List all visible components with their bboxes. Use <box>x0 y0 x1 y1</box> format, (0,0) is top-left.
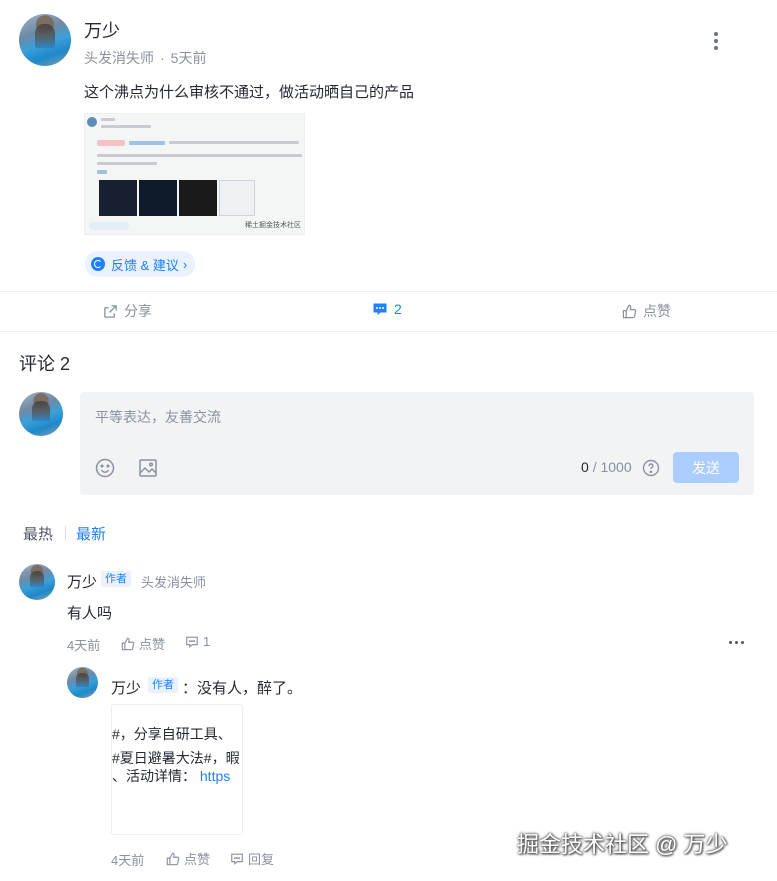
sort-separator <box>65 526 66 540</box>
comment-input-placeholder[interactable]: 平等表达，友善交流 <box>95 407 221 427</box>
send-button[interactable]: 发送 <box>673 452 739 483</box>
reply-text: ：没有人，醉了。 <box>182 680 303 697</box>
sort-new-tab[interactable]: 最新 <box>76 523 106 544</box>
reply-author-name[interactable]: 万少 <box>111 677 141 698</box>
comment-time: 4天前 <box>67 638 101 653</box>
thumbs-up-icon <box>121 637 135 650</box>
more-options-icon[interactable] <box>708 30 724 52</box>
post-time: 5天前 <box>170 50 207 66</box>
comment-reply-count: 1 <box>203 634 211 649</box>
comment-icon <box>373 303 387 315</box>
post-meta: 头发消失师 · 5天前 <box>84 48 206 68</box>
post-text: 这个沸点为什么审核不通过，做活动晒自己的产品 <box>84 84 415 101</box>
comments-title: 评论 2 <box>19 354 71 374</box>
reply-image-line-text: 、活动详情： <box>112 768 196 784</box>
site-watermark: 掘金技术社区 @ 万少 <box>517 832 728 857</box>
post-author-title: 头发消失师 <box>84 50 154 66</box>
image-upload-icon[interactable] <box>138 458 158 478</box>
emoji-icon[interactable] <box>95 458 115 478</box>
reply-image-line: #，分享自研工具、 <box>112 726 232 742</box>
char-limit: / 1000 <box>592 459 632 475</box>
commenter-avatar[interactable] <box>19 564 55 600</box>
comment-editor[interactable]: 平等表达，友善交流 0 / 1000 发送 <box>80 392 754 495</box>
reply-like-button[interactable]: 点赞 <box>166 849 210 868</box>
like-label: 点赞 <box>643 303 671 319</box>
reply-image-link: https <box>199 768 231 784</box>
share-button[interactable]: 分享 <box>103 301 152 321</box>
divider <box>0 331 777 332</box>
reply-reply-button[interactable]: 回复 <box>230 849 274 868</box>
post-author-name[interactable]: 万少 <box>84 17 120 43</box>
thumb-avatar <box>87 117 97 127</box>
reply-time: 4天前 <box>111 853 145 868</box>
refresh-icon <box>91 257 105 271</box>
meta-separator: · <box>160 50 165 66</box>
share-label: 分享 <box>124 303 152 319</box>
comment-icon <box>231 853 243 865</box>
post-author-avatar[interactable] <box>19 14 71 66</box>
reply-reply-label: 回复 <box>248 852 275 867</box>
divider <box>0 291 777 292</box>
sort-hot-tab[interactable]: 最热 <box>23 523 53 544</box>
post-image-thumbnail[interactable]: 稀土掘金技术社区 <box>84 113 305 235</box>
share-icon <box>104 304 117 318</box>
commenter-name[interactable]: 万少 <box>67 571 97 592</box>
comment-text: 有人吗 <box>67 605 113 622</box>
thumbs-up-icon <box>622 304 637 318</box>
reply-like-label: 点赞 <box>184 852 211 867</box>
char-count: 0 <box>581 459 589 475</box>
comment-reply-button[interactable]: 1 <box>185 634 210 649</box>
feedback-suggestion-button[interactable]: 反馈 & 建议 › <box>85 251 196 277</box>
reply-author-badge: 作者 <box>148 677 178 693</box>
current-user-avatar <box>19 392 63 436</box>
reply-image-line: #夏日避暑大法#，暇 <box>112 750 240 766</box>
comment-like-button[interactable]: 点赞 <box>121 634 165 653</box>
thumbs-up-icon <box>166 852 180 865</box>
reply-image-line: 、活动详情： https <box>112 766 230 786</box>
chevron-right-icon: › <box>182 256 188 272</box>
commenter-title: 头发消失师 <box>141 575 207 590</box>
help-icon[interactable] <box>642 459 660 477</box>
like-button[interactable]: 点赞 <box>622 301 671 321</box>
reply-image[interactable]: #，分享自研工具、 #夏日避暑大法#，暇 、活动详情： https <box>111 704 243 835</box>
comment-icon <box>186 636 198 648</box>
thumb-watermark: 稀土掘金技术社区 <box>245 222 301 229</box>
feedback-label: 反馈 & 建议 <box>111 257 179 273</box>
char-counter: 0 / 1000 <box>581 459 632 475</box>
comment-like-label: 点赞 <box>139 637 166 652</box>
comment-count: 2 <box>394 301 402 317</box>
comment-more-icon[interactable] <box>729 641 744 644</box>
reply-avatar[interactable] <box>67 667 98 698</box>
author-badge: 作者 <box>101 571 131 587</box>
comment-button[interactable]: 2 <box>372 301 402 317</box>
